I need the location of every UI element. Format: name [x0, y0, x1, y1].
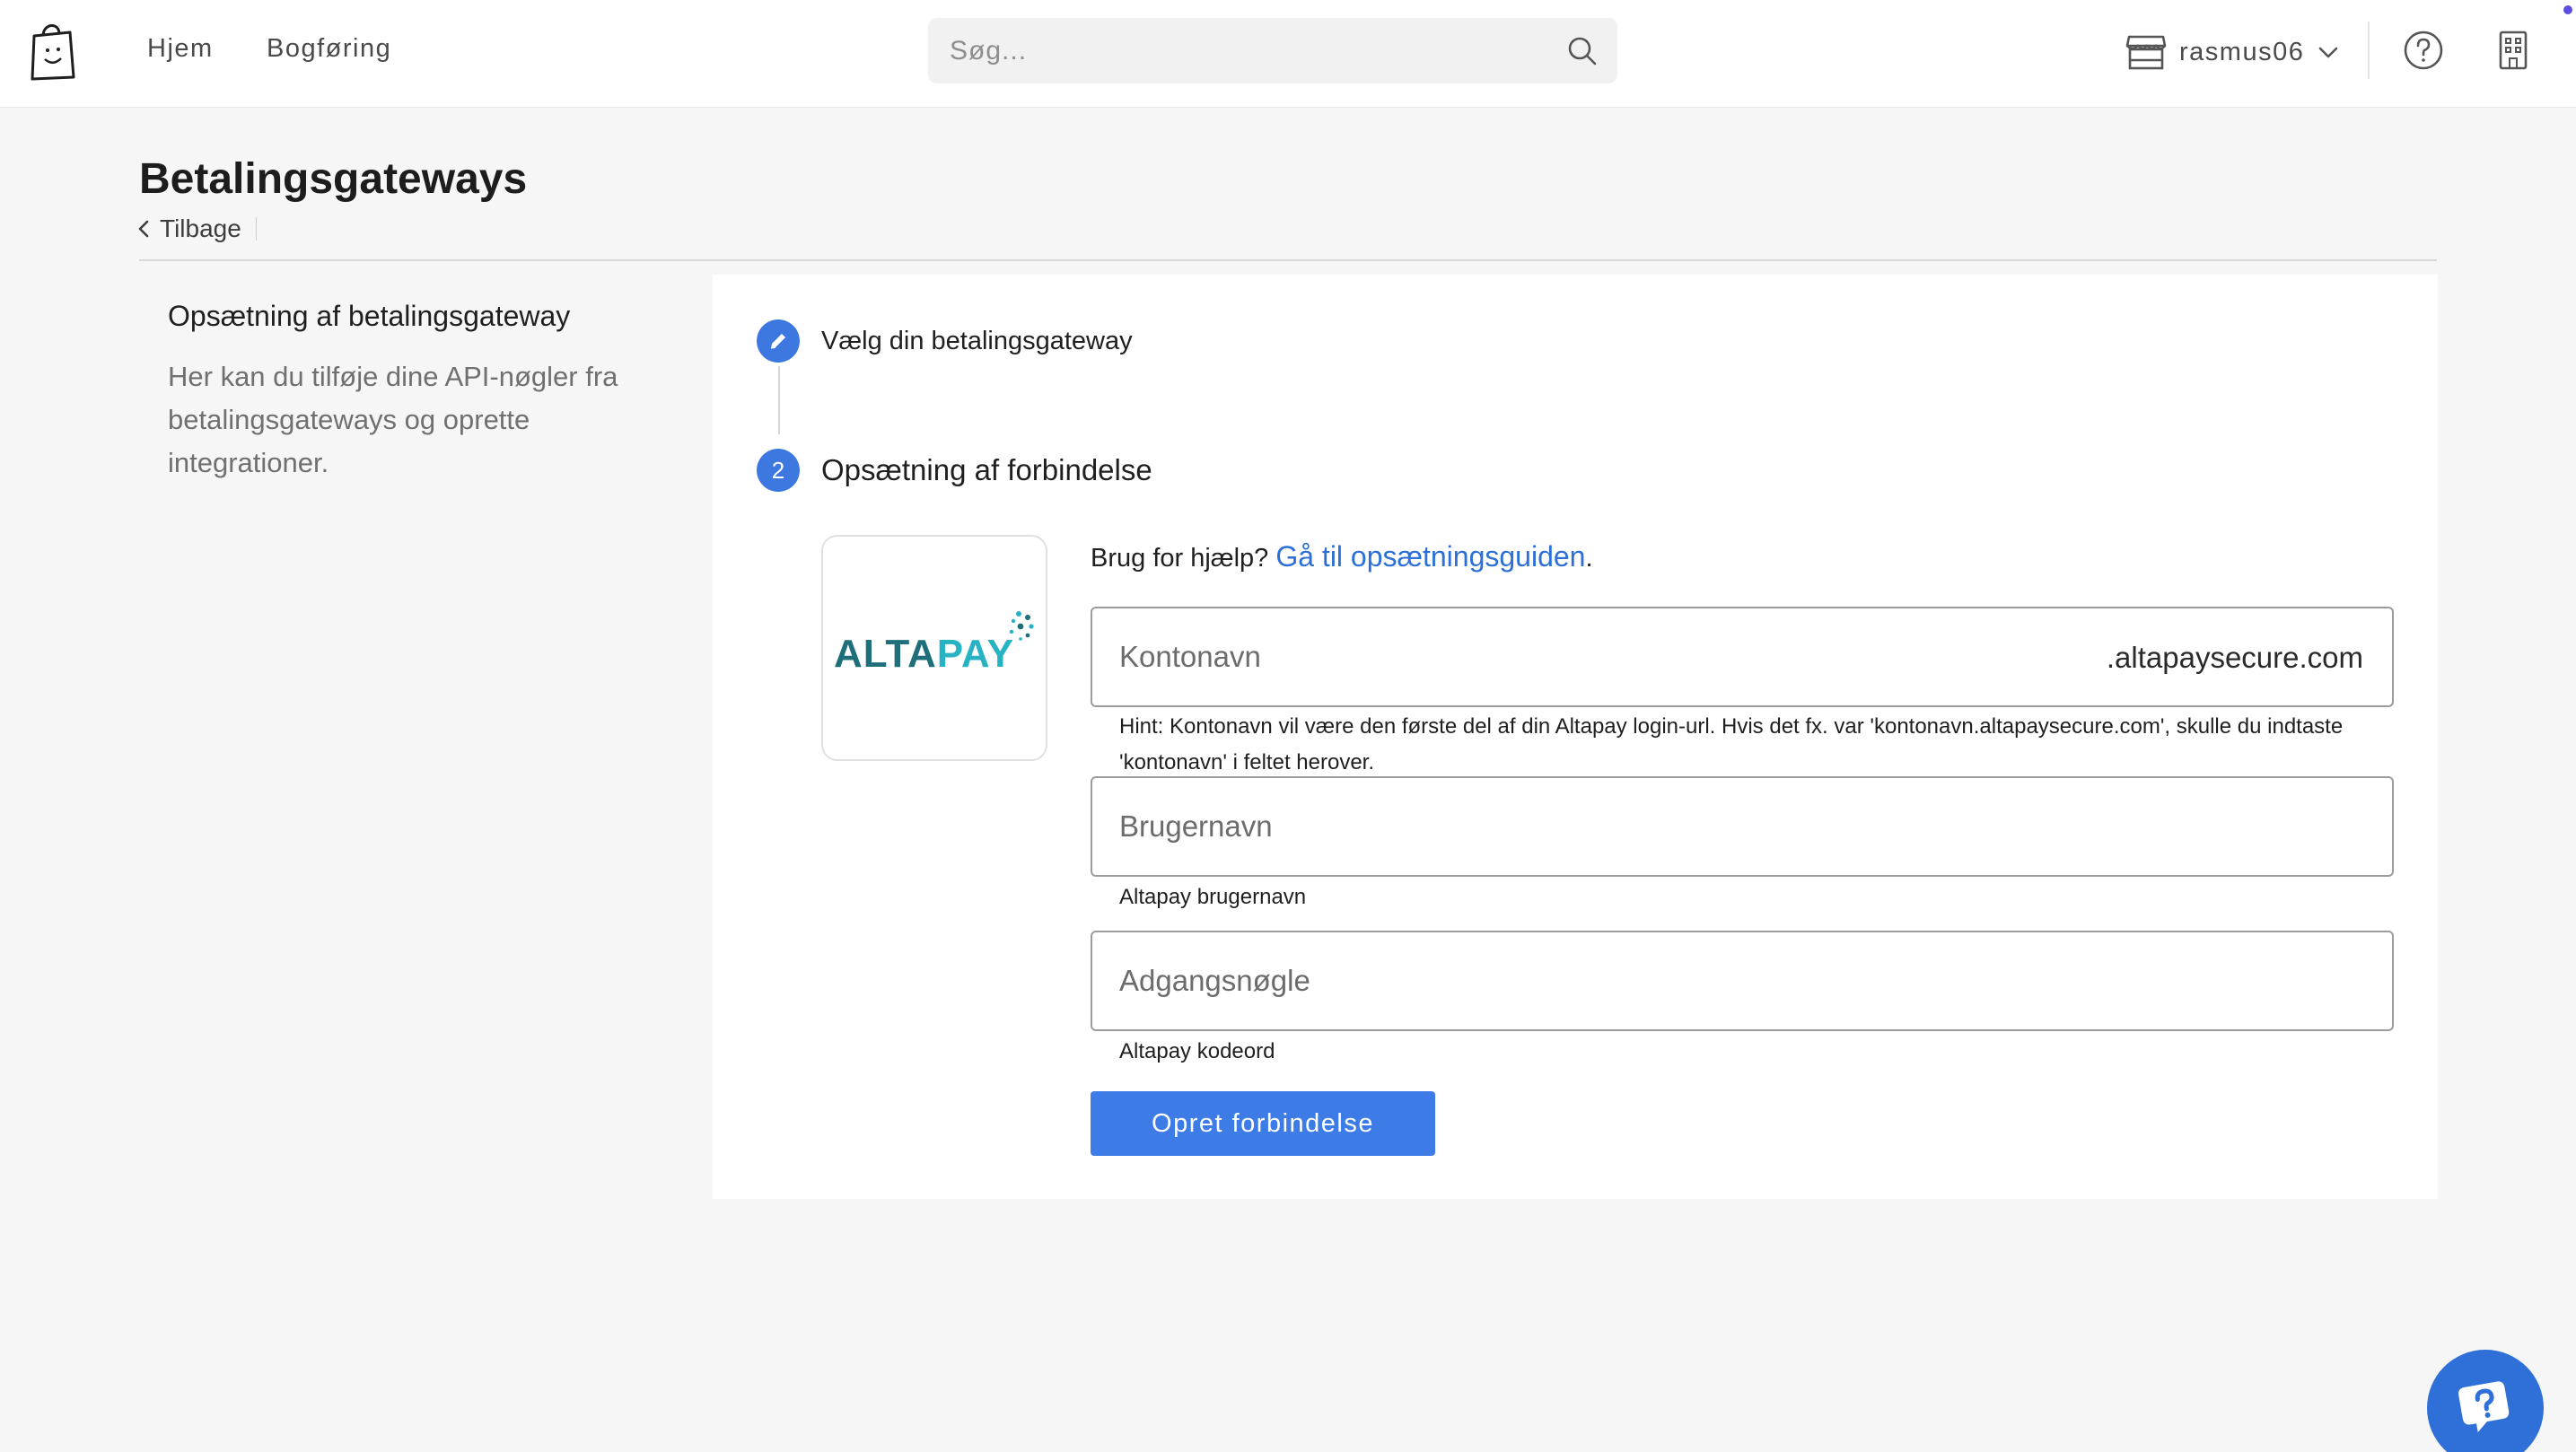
building-icon[interactable]	[2492, 29, 2535, 72]
altapay-logo: ALTAPAY	[834, 632, 1014, 676]
domain-suffix: .altapaysecure.com	[2106, 641, 2363, 674]
notification-dot	[2563, 5, 2572, 14]
search-bar	[928, 18, 1617, 83]
step-2-label: Opsætning af forbindelse	[821, 453, 1152, 486]
altapay-dots-icon	[1009, 611, 1034, 641]
search-icon[interactable]	[1567, 36, 1598, 66]
help-icon[interactable]	[2402, 29, 2445, 72]
username-field	[1091, 776, 2394, 877]
support-chat-button[interactable]	[2427, 1350, 2544, 1452]
setup-guide-link[interactable]: Gå til opsætningsguiden	[1275, 540, 1585, 573]
account-name: rasmus06	[2179, 37, 2305, 66]
step-1-label[interactable]: Vælg din betalingsgateway	[821, 327, 1133, 356]
nav-bookkeeping-link[interactable]: Bogføring	[267, 34, 391, 64]
step-1-indicator	[757, 319, 800, 363]
section-title: Opsætning af betalingsgateway	[168, 300, 571, 332]
page-title: Betalingsgateways	[139, 155, 528, 203]
account-name-hint: Hint: Kontonavn vil være den første del …	[1119, 714, 2344, 774]
step-connector	[778, 366, 780, 434]
access-key-input[interactable]	[1119, 932, 2017, 1029]
help-text: Brug for hjælp? Gå til opsætningsguiden.	[1091, 540, 1593, 573]
account-switcher[interactable]: rasmus06	[2125, 27, 2340, 77]
toolbar-divider	[2368, 22, 2370, 79]
section-description: Her kan du tilføje dine API-nøgler fra b…	[168, 361, 618, 478]
access-key-hint: Altapay kodeord	[1119, 1039, 1275, 1063]
help-suffix: .	[1585, 544, 1593, 573]
chat-help-icon	[2458, 1381, 2510, 1433]
nav-home-link[interactable]: Hjem	[147, 34, 214, 64]
account-name-input[interactable]	[1119, 608, 2017, 705]
create-connection-button[interactable]: Opret forbindelse	[1091, 1091, 1435, 1156]
step-2-indicator: 2	[757, 449, 800, 492]
account-name-field: .altapaysecure.com	[1091, 607, 2394, 707]
top-navigation-bar: Hjem Bogføring rasmus06	[0, 0, 2576, 108]
header-divider	[139, 259, 2437, 261]
search-input[interactable]	[950, 18, 1560, 83]
help-prefix: Brug for hjælp?	[1091, 544, 1269, 573]
access-key-field	[1091, 931, 2394, 1031]
altapay-logo-box: ALTAPAY	[821, 535, 1047, 761]
breadcrumb-separator	[255, 217, 257, 241]
username-hint: Altapay brugernavn	[1119, 885, 1307, 909]
back-label: Tilbage	[160, 214, 241, 242]
back-link[interactable]: Tilbage	[136, 214, 257, 244]
username-input[interactable]	[1119, 778, 2017, 875]
chevron-down-icon	[2319, 47, 2338, 58]
store-icon	[2125, 35, 2167, 70]
pencil-icon	[770, 334, 785, 349]
shop-bag-logo-icon[interactable]	[29, 20, 75, 81]
chevron-left-icon	[138, 220, 149, 238]
